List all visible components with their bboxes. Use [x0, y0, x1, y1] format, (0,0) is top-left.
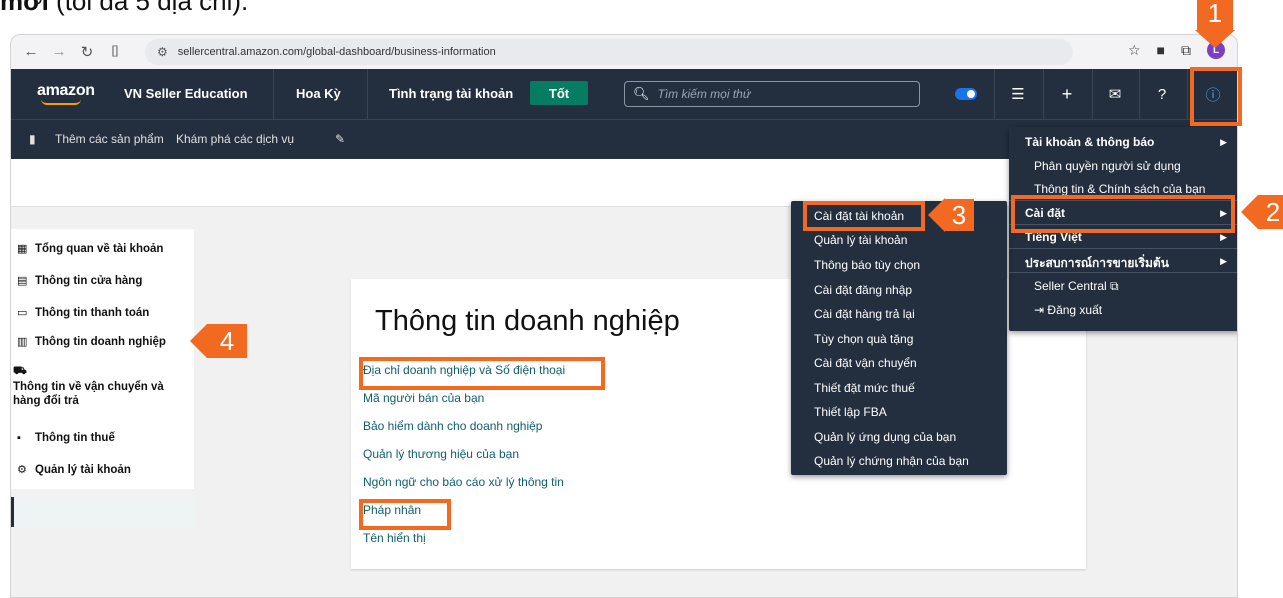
theme-toggle[interactable]	[955, 88, 977, 100]
bookmark-icon[interactable]: ▮	[29, 132, 36, 146]
bookmark-star-icon[interactable]: ☆	[1128, 42, 1141, 59]
search-icon: 🔍︎	[633, 86, 650, 101]
display-name-link[interactable]: Tên hiển thị	[363, 531, 426, 545]
settings-submenu: Cài đặt tài khoản Quản lý tài khoản Thôn…	[791, 201, 1007, 475]
mail-icon[interactable]: ✉	[1095, 69, 1135, 119]
callout-arrow-1	[1195, 30, 1235, 48]
sidebar-panel	[11, 229, 194, 489]
split-view-icon[interactable]: []	[103, 43, 127, 57]
seller-top-nav: amazon VN Seller Education Hoa Kỳ Tình t…	[11, 69, 1237, 119]
submenu-return-settings[interactable]: Cài đặt hàng trả lại	[814, 307, 915, 321]
callout-step-2: 2	[1258, 195, 1283, 229]
tax-folder-icon: ▪	[17, 432, 21, 444]
seller-id-link[interactable]: Mã người bán của bạn	[363, 391, 484, 405]
building-icon: ▥	[17, 336, 28, 348]
address-bar[interactable]: ⚙ sellercentral.amazon.com/global-dashbo…	[145, 39, 1073, 65]
explore-services-link[interactable]: Khám phá các dịch vụ	[176, 132, 294, 146]
submenu-gift-options[interactable]: Tùy chọn quà tặng	[814, 332, 913, 346]
info-icon[interactable]: ⓘ	[1193, 69, 1233, 119]
sidebar-item-tax-info[interactable]: ▪ Thông tin thuế	[17, 431, 115, 445]
instruction-caption: mới (tối đa 5 địa chỉ).	[0, 0, 248, 17]
submenu-fba-settings[interactable]: Thiết lập FBA	[814, 405, 887, 419]
chevron-right-icon: ▶	[1220, 208, 1227, 218]
account-dropdown: Tài khoản & thông báo ▶ Phân quyền người…	[1009, 127, 1237, 331]
report-language-link[interactable]: Ngôn ngữ cho báo cáo xử lý thông tin	[363, 475, 564, 489]
edit-pencil-icon[interactable]: ✎	[335, 132, 345, 146]
menu-list-icon[interactable]: ☰	[998, 69, 1038, 119]
add-icon[interactable]: +	[1047, 69, 1087, 119]
search-placeholder: Tìm kiếm mọi thứ	[657, 87, 751, 101]
store-name[interactable]: VN Seller Education	[124, 86, 248, 101]
callout-arrow-4	[190, 324, 207, 358]
business-insurance-link[interactable]: Bảo hiểm dành cho doanh nghiệp	[363, 419, 542, 433]
reload-icon[interactable]: ↻	[75, 43, 99, 61]
card-icon: ▭	[17, 307, 28, 319]
store-icon: ▤	[17, 275, 28, 287]
callout-arrow-3	[928, 198, 945, 232]
sidebar-active-indicator	[11, 497, 194, 527]
external-link-icon: ⧉	[1110, 279, 1119, 293]
sidebar-item-account-management[interactable]: ⚙ Quản lý tài khoản	[17, 463, 131, 477]
legal-entity-link[interactable]: Pháp nhân	[363, 503, 421, 517]
settings-sidebar: ▦ Tổng quan về tài khoản ▤ Thông tin cửa h…	[11, 207, 194, 597]
submenu-login-settings[interactable]: Cài đặt đăng nhập	[814, 283, 912, 297]
account-health-label[interactable]: Tình trạng tài khoản	[389, 86, 513, 101]
menu-language[interactable]: Tiếng Việt	[1025, 230, 1082, 244]
back-icon[interactable]: ←	[19, 43, 43, 60]
search-input[interactable]: 🔍︎ Tìm kiếm mọi thứ	[624, 81, 920, 107]
browser-window: ← → ↻ [] ⚙ sellercentral.amazon.com/glob…	[10, 34, 1238, 598]
truck-icon: ⛟	[13, 365, 27, 377]
submenu-tax-settings[interactable]: Thiết đặt mức thuế	[814, 381, 915, 395]
submenu-shipping-settings[interactable]: Cài đặt vận chuyển	[814, 356, 917, 370]
callout-arrow-2	[1241, 195, 1258, 229]
page-title: Thông tin doanh nghiệp	[375, 305, 680, 337]
brand-management-link[interactable]: Quản lý thương hiệu của bạn	[363, 447, 519, 461]
menu-user-permissions[interactable]: Phân quyền người sử dụng	[1034, 159, 1181, 173]
caption-rest: (tối đa 5 địa chỉ).	[48, 0, 249, 16]
help-icon[interactable]: ?	[1142, 69, 1182, 119]
callout-step-4: 4	[207, 324, 247, 358]
extension-icon[interactable]: ■	[1157, 42, 1165, 58]
submenu-manage-apps[interactable]: Quản lý ứng dụng của bạn	[814, 430, 956, 444]
callout-step-3: 3	[944, 199, 974, 231]
sidebar-item-payment-info[interactable]: ▭ Thông tin thanh toán	[17, 306, 149, 320]
menu-info-policies[interactable]: Thông tin & Chính sách của bạn	[1034, 182, 1205, 196]
sidebar-item-account-overview[interactable]: ▦ Tổng quan về tài khoản	[17, 242, 163, 256]
forward-icon[interactable]: →	[47, 43, 71, 60]
browser-toolbar: ← → ↻ [] ⚙ sellercentral.amazon.com/glob…	[11, 35, 1237, 69]
chevron-right-icon: ▶	[1220, 232, 1227, 242]
sidebar-item-shipping-returns[interactable]: ⛟ Thông tin về vận chuyển và hàng đổi trả	[13, 364, 183, 408]
sidebar-item-store-info[interactable]: ▤ Thông tin cửa hàng	[17, 274, 142, 288]
menu-settings[interactable]: Cài đặt	[1025, 206, 1065, 220]
site-settings-icon[interactable]: ⚙	[157, 45, 168, 59]
sidebar-item-business-info[interactable]: ▥ Thông tin doanh nghiệp	[17, 335, 166, 349]
menu-account-notifications[interactable]: Tài khoản & thông báo	[1025, 135, 1154, 149]
logout-icon: ⇥	[1034, 303, 1045, 317]
dashboard-icon: ▦	[17, 243, 28, 255]
amazon-logo[interactable]: amazon	[37, 82, 95, 105]
submenu-manage-certifications[interactable]: Quản lý chứng nhận của bạn	[814, 454, 969, 468]
menu-seller-central[interactable]: Seller Central ⧉	[1034, 279, 1119, 294]
add-products-link[interactable]: Thêm các sản phẩm	[55, 132, 164, 146]
gear-icon: ⚙	[17, 464, 27, 476]
menu-seller-experience[interactable]: ประสบการณ์การขายเริ่มต้น	[1025, 254, 1169, 273]
caption-bold: mới	[0, 0, 49, 16]
extensions-puzzle-icon[interactable]: ⧉	[1181, 42, 1191, 59]
submenu-notification-prefs[interactable]: Thông báo tùy chọn	[814, 258, 920, 272]
business-address-link[interactable]: Địa chỉ doanh nghiệp và Số điện thoại	[363, 363, 565, 377]
menu-logout[interactable]: ⇥ Đăng xuất	[1034, 303, 1102, 317]
chevron-right-icon: ▶	[1220, 137, 1227, 147]
submenu-account-settings[interactable]: Cài đặt tài khoản	[814, 209, 904, 223]
submenu-account-management[interactable]: Quản lý tài khoản	[814, 233, 907, 247]
marketplace-selector[interactable]: Hoa Kỳ	[296, 86, 341, 101]
callout-step-1: 1	[1197, 0, 1233, 30]
url-text: sellercentral.amazon.com/global-dashboar…	[177, 46, 496, 58]
chevron-right-icon: ▶	[1220, 256, 1227, 266]
account-health-badge[interactable]: Tốt	[530, 81, 588, 105]
